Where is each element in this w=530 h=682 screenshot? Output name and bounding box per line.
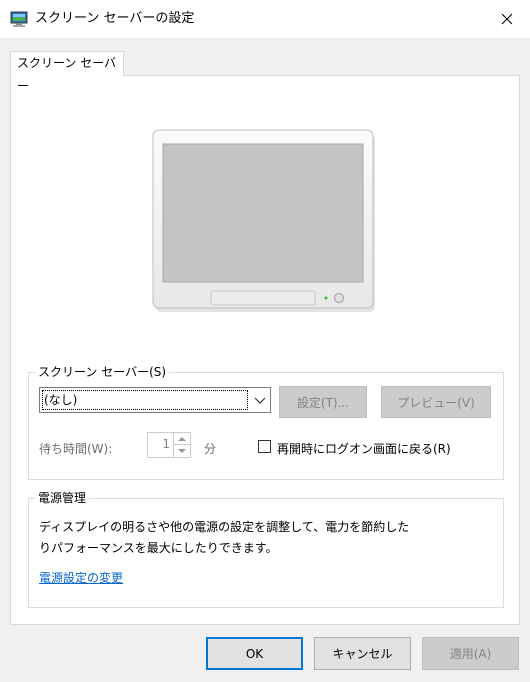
chevron-down-icon <box>178 449 186 453</box>
close-button[interactable] <box>484 0 530 38</box>
apply-button[interactable]: 適用(A) <box>422 637 519 670</box>
preview-button[interactable]: プレビュー(V) <box>381 386 491 418</box>
tab-screensaver[interactable]: スクリーン セーバー <box>10 51 124 93</box>
close-icon <box>501 13 513 25</box>
power-settings-link[interactable]: 電源設定の変更 <box>39 569 123 586</box>
logon-checkbox-label[interactable]: 再開時にログオン画面に戻る(R) <box>277 440 451 457</box>
power-description-line2: りパフォーマンスを最大にしたりできます。 <box>39 541 278 555</box>
stepper-up-button[interactable] <box>173 433 190 445</box>
window-title: スクリーン セーバーの設定 <box>35 11 195 26</box>
settings-button-label: 設定(T)... <box>296 395 350 410</box>
chevron-down-icon <box>254 397 266 404</box>
screensaver-select-value: (なし) <box>42 390 248 410</box>
settings-button[interactable]: 設定(T)... <box>279 386 367 418</box>
chevron-up-icon <box>178 436 186 441</box>
tab-panel: スクリーン セーバー(S) (なし) 設定(T)... プレビュー(V) 待ち時… <box>10 75 520 625</box>
logon-checkbox[interactable] <box>258 440 271 453</box>
wait-minutes-stepper[interactable]: 1 <box>147 432 191 458</box>
apply-button-label: 適用(A) <box>449 647 492 661</box>
ok-button-label: OK <box>245 646 264 661</box>
screensaver-app-icon <box>10 11 28 27</box>
preview-button-label: プレビュー(V) <box>397 395 475 410</box>
screensaver-select[interactable]: (なし) <box>39 387 271 413</box>
wait-unit-label: 分 <box>204 442 217 456</box>
stepper-down-button[interactable] <box>173 445 190 457</box>
cancel-button[interactable]: キャンセル <box>314 637 411 670</box>
screensaver-group-legend: スクリーン セーバー(S) <box>35 364 170 380</box>
ok-button[interactable]: OK <box>206 637 303 670</box>
power-description-line1: ディスプレイの明るさや他の電源の設定を調整して、電力を節約した <box>39 520 410 534</box>
monitor-preview <box>152 129 375 312</box>
title-bar: スクリーン セーバーの設定 <box>0 0 530 38</box>
power-group-legend: 電源管理 <box>35 490 90 506</box>
wait-label: 待ち時間(W): <box>39 442 113 456</box>
cancel-button-label: キャンセル <box>332 647 393 661</box>
wait-minutes-value: 1 <box>162 437 170 451</box>
